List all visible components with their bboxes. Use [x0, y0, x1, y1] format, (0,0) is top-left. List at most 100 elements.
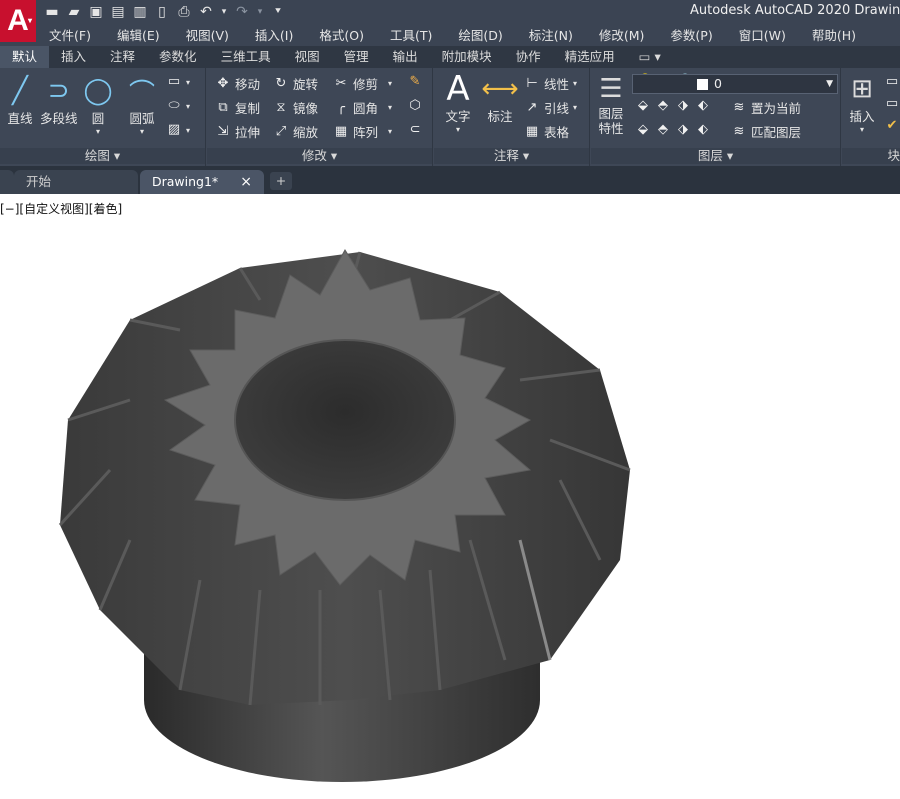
dimension-tool[interactable]: ⟷ 标注 — [481, 72, 518, 125]
explode-tool[interactable]: ⬡ — [407, 98, 423, 114]
menu-format[interactable]: 格式(O) — [306, 26, 377, 46]
offset-tool[interactable]: ⊂ — [407, 122, 423, 138]
block-attribute-icon[interactable]: ✔ — [884, 118, 900, 134]
new-file-icon[interactable]: ▬ — [44, 4, 60, 20]
layer-properties-tool[interactable]: ☰ 图层 特性 — [593, 72, 629, 136]
drawing1-tab[interactable]: Drawing1* × — [140, 170, 264, 194]
tab-collaborate[interactable]: 协作 — [504, 46, 553, 68]
mirror-tool[interactable]: ⧖ 镜像 — [273, 98, 318, 117]
start-tab[interactable]: 开始 — [14, 170, 138, 194]
save-as-icon[interactable]: ▤ — [110, 4, 126, 20]
text-tool[interactable]: A 文字 ▾ — [440, 69, 476, 134]
chevron-down-icon: ▾ — [28, 16, 33, 25]
plot-icon[interactable]: ⎙ — [176, 4, 192, 20]
tab-insert[interactable]: 插入 — [49, 46, 98, 68]
menu-parametric[interactable]: 参数(P) — [657, 26, 725, 46]
array-tool[interactable]: ▦ 阵列 ▾ — [333, 122, 392, 141]
annotation-panel-label[interactable]: 注释 ▾ — [434, 148, 589, 164]
modify-panel-label[interactable]: 修改 ▾ — [207, 148, 432, 164]
line-tool[interactable]: ╱ 直线 — [2, 74, 38, 127]
rectangle-icon: ▭ — [167, 74, 181, 89]
redo-dropdown-icon[interactable]: ▾ — [256, 4, 264, 20]
erase-tool[interactable]: ✎ — [407, 74, 423, 90]
redo-icon[interactable]: ↷ — [234, 4, 250, 20]
rectangle-tool[interactable]: ▭ ▾ — [166, 74, 190, 90]
save-icon[interactable]: ▣ — [88, 4, 104, 20]
hatch-tool[interactable]: ▨ ▾ — [166, 122, 190, 138]
draw-panel-label[interactable]: 绘图 ▾ — [0, 148, 205, 164]
new-tab-button[interactable]: + — [270, 172, 292, 190]
tab-annotate[interactable]: 注释 — [98, 46, 147, 68]
modify-panel: ✥ 移动 ↻ 旋转 ✂ 修剪 ▾ ✎ ⧉ 复制 ⧖ 镜像 ╭ 圆角 ▾ ⬡ ⇲ 拉伸 ⤢ 缩放 ▦ 阵… — [207, 68, 433, 166]
menu-draw[interactable]: 绘图(D) — [445, 26, 515, 46]
open-folder-icon[interactable]: ▰ — [66, 4, 82, 20]
leader-tool[interactable]: ↗ 引线 ▾ — [524, 98, 577, 117]
layer-unlock-icon[interactable]: ⬖ — [695, 122, 711, 138]
chevron-down-icon: ▾ — [573, 103, 578, 112]
quick-access-toolbar: ▬ ▰ ▣ ▤ ▥ ▯ ⎙ ↶ ▾ ↷ ▾ ⯆ — [44, 3, 286, 21]
layer-dropdown[interactable]: 0 ▼ — [632, 74, 838, 94]
menu-help[interactable]: 帮助(H) — [799, 26, 869, 46]
tab-view[interactable]: 视图 — [283, 46, 332, 68]
arc-tool[interactable]: ⌒ 圆弧 ▾ — [124, 74, 160, 137]
customize-qat-icon[interactable]: ⯆ — [270, 4, 286, 20]
make-current-tool[interactable]: ≋ 置为当前 — [731, 98, 801, 117]
web-open-icon[interactable]: ▯ — [154, 4, 170, 20]
menu-modify[interactable]: 修改(M) — [586, 26, 658, 46]
drawing-canvas[interactable]: [−][自定义视图][着色] — [0, 196, 900, 796]
ribbon-options-button[interactable]: ▭ ▾ — [627, 46, 673, 68]
viewport-controls-label[interactable]: [−][自定义视图][着色] — [0, 200, 122, 217]
layer-walk-icon[interactable]: ⬗ — [675, 122, 691, 138]
match-layer-tool[interactable]: ≋ 匹配图层 — [731, 122, 801, 141]
circle-tool[interactable]: ◯ 圆 ▾ — [80, 74, 116, 136]
stretch-tool[interactable]: ⇲ 拉伸 — [215, 122, 260, 141]
layer-thaw-icon[interactable]: ⬘ — [655, 122, 671, 138]
tab-addins[interactable]: 附加模块 — [430, 46, 504, 68]
menu-window[interactable]: 窗口(W) — [726, 26, 799, 46]
move-tool[interactable]: ✥ 移动 — [215, 74, 260, 93]
edit-block-icon[interactable]: ▭ — [884, 96, 900, 112]
menu-view[interactable]: 视图(V) — [173, 26, 242, 46]
layer-lock-icon[interactable]: ⬖ — [695, 98, 711, 114]
insert-tool[interactable]: ⊞ 插入 ▾ — [844, 72, 880, 134]
layer-off-icon[interactable]: ⬘ — [655, 98, 671, 114]
undo-icon[interactable]: ↶ — [198, 4, 214, 20]
linear-dimension-tool[interactable]: ⊢ 线性 ▾ — [524, 74, 577, 93]
chevron-down-icon: ▾ — [186, 125, 191, 135]
undo-dropdown-icon[interactable]: ▾ — [220, 4, 228, 20]
move-icon: ✥ — [217, 75, 229, 91]
layers-panel-label[interactable]: 图层 ▾ — [591, 148, 840, 164]
menu-tools[interactable]: 工具(T) — [377, 26, 445, 46]
tab-manage[interactable]: 管理 — [332, 46, 381, 68]
trim-tool[interactable]: ✂ 修剪 ▾ — [333, 74, 392, 93]
tab-featured-apps[interactable]: 精选应用 — [553, 46, 627, 68]
layer-on-icon[interactable]: ⬙ — [635, 122, 651, 138]
chevron-down-icon[interactable]: ▾ — [140, 127, 144, 136]
polyline-tool[interactable]: ⊃ 多段线 — [40, 74, 78, 127]
table-tool[interactable]: ▦ 表格 — [524, 122, 569, 141]
tab-output[interactable]: 输出 — [381, 46, 430, 68]
layer-freeze-icon[interactable]: ⬗ — [675, 98, 691, 114]
scale-tool[interactable]: ⤢ 缩放 — [273, 122, 318, 141]
menu-edit[interactable]: 编辑(E) — [104, 26, 173, 46]
copy-tool[interactable]: ⧉ 复制 — [215, 98, 260, 117]
close-tab-icon[interactable]: × — [240, 170, 252, 194]
publish-icon[interactable]: ▥ — [132, 4, 148, 20]
create-block-icon[interactable]: ▭ — [884, 74, 900, 90]
chevron-down-icon[interactable]: ▾ — [96, 127, 100, 136]
app-menu-button[interactable]: A ▾ — [0, 0, 36, 42]
tab-default[interactable]: 默认 — [0, 46, 50, 68]
chevron-down-icon: ▾ — [859, 125, 864, 134]
tab-parametric[interactable]: 参数化 — [147, 46, 209, 68]
rotate-tool[interactable]: ↻ 旋转 — [273, 74, 318, 93]
layer-isolate-icon[interactable]: ⬙ — [635, 98, 651, 114]
block-panel-label[interactable]: 块 — [842, 148, 900, 164]
linear-dimension-icon: ⊢ — [526, 75, 538, 91]
fillet-icon: ╭ — [337, 99, 345, 115]
fillet-tool[interactable]: ╭ 圆角 ▾ — [333, 98, 392, 117]
ellipse-tool[interactable]: ⬭ ▾ — [166, 98, 190, 114]
menu-dimension[interactable]: 标注(N) — [516, 26, 586, 46]
menu-file[interactable]: 文件(F) — [36, 26, 104, 46]
menu-insert[interactable]: 插入(I) — [242, 26, 306, 46]
tab-3d-tools[interactable]: 三维工具 — [209, 46, 283, 68]
